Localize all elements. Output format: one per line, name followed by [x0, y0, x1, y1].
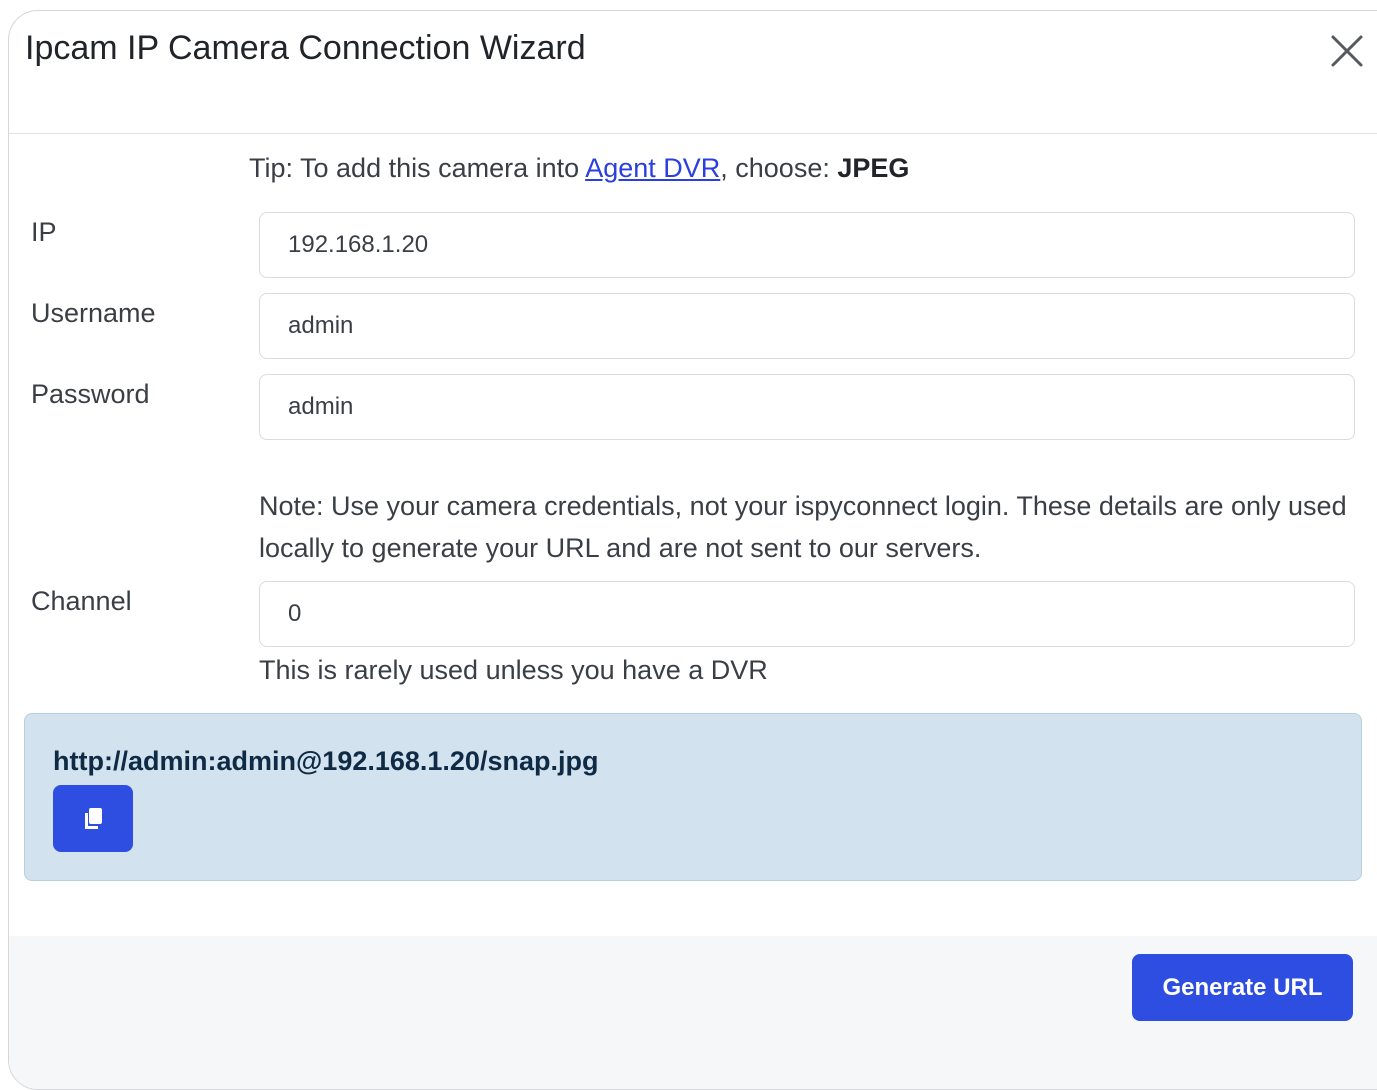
- username-input[interactable]: [259, 293, 1355, 359]
- channel-help-text: This is rarely used unless you have a DV…: [259, 655, 768, 685]
- copy-url-button[interactable]: [53, 785, 133, 852]
- channel-label: Channel: [31, 586, 132, 616]
- password-label: Password: [31, 379, 150, 409]
- ip-label: IP: [31, 217, 57, 247]
- tip-middle: , choose:: [720, 153, 838, 183]
- dialog-title: Ipcam IP Camera Connection Wizard: [25, 29, 586, 67]
- generated-url: http://admin:admin@192.168.1.20/snap.jpg: [53, 746, 599, 776]
- close-icon: [1331, 35, 1363, 67]
- agent-dvr-link[interactable]: Agent DVR: [585, 153, 720, 183]
- credentials-note: Note: Use your camera credentials, not y…: [259, 491, 1347, 563]
- connection-wizard-dialog: Ipcam IP Camera Connection Wizard Tip: T…: [8, 10, 1377, 1090]
- tip-format: JPEG: [837, 153, 910, 183]
- tip-text: Tip: To add this camera into Agent DVR, …: [249, 153, 909, 184]
- password-input[interactable]: [259, 374, 1355, 440]
- ip-input[interactable]: [259, 212, 1355, 278]
- close-button[interactable]: [1327, 31, 1367, 71]
- generated-url-box: http://admin:admin@192.168.1.20/snap.jpg: [24, 713, 1362, 881]
- dialog-header: Ipcam IP Camera Connection Wizard: [9, 11, 1377, 134]
- username-label: Username: [31, 298, 156, 328]
- copy-icon: [85, 807, 102, 829]
- channel-input[interactable]: [259, 581, 1355, 647]
- generate-url-button[interactable]: Generate URL: [1132, 954, 1353, 1021]
- tip-prefix: Tip: To add this camera into: [249, 153, 586, 183]
